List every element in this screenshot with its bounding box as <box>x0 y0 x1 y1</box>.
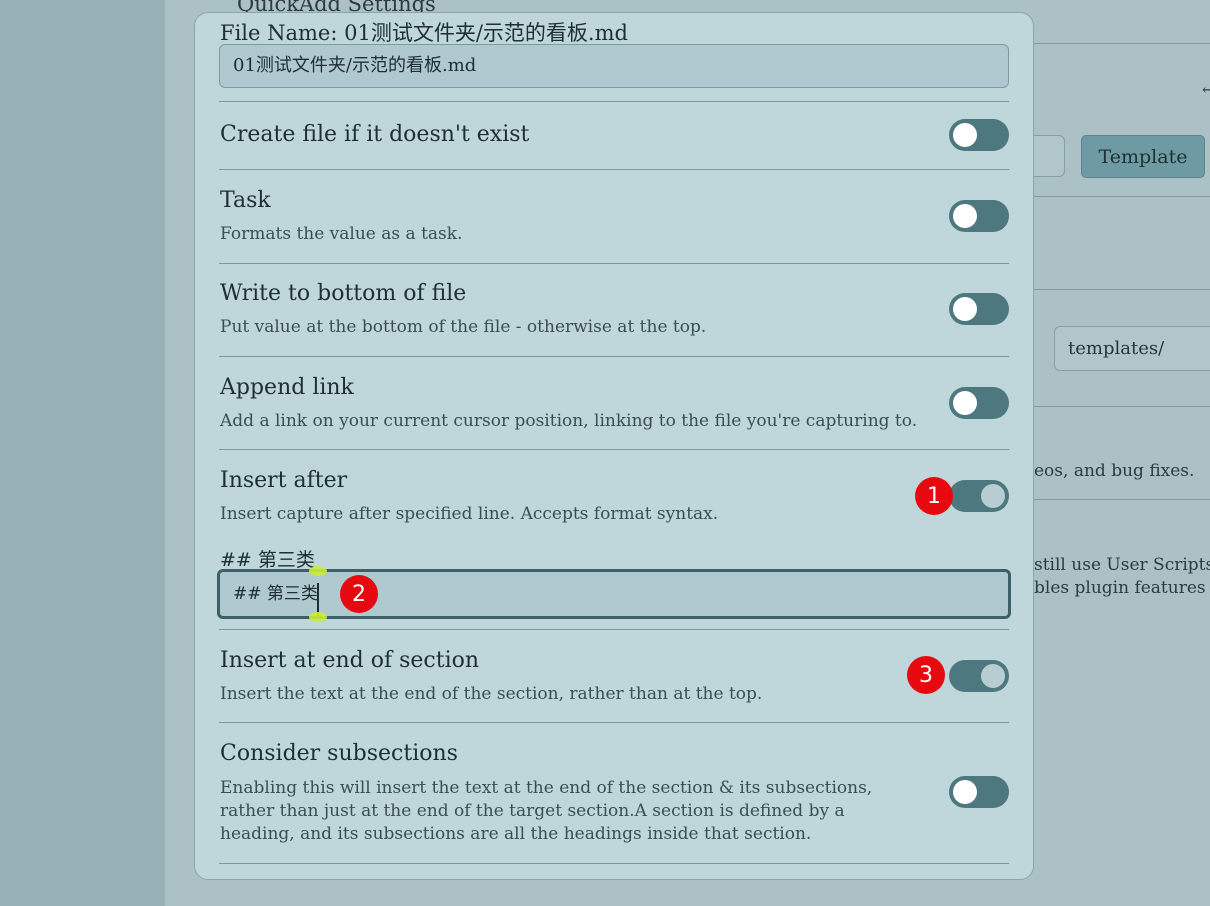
selection-handle[interactable] <box>309 612 327 622</box>
toggle-append-link[interactable] <box>949 387 1009 419</box>
toggle-knob <box>953 123 977 147</box>
divider <box>219 101 1009 102</box>
toggle-task[interactable] <box>949 200 1009 232</box>
toggle-insert-end-section[interactable] <box>949 660 1009 692</box>
background-text: bles plugin features <box>1034 578 1206 598</box>
setting-title-consider-subsections: Consider subsections <box>220 741 458 766</box>
toggle-insert-after[interactable] <box>949 480 1009 512</box>
toggle-consider-subsections[interactable] <box>949 776 1009 808</box>
background-divider <box>1033 196 1210 197</box>
background-divider <box>1033 43 1210 44</box>
setting-title-task: Task <box>220 188 271 213</box>
templates-folder-input[interactable]: templates/ <box>1054 326 1210 371</box>
insert-after-input[interactable]: ## 第三类 <box>217 569 1011 619</box>
template-button[interactable]: Template <box>1081 135 1205 178</box>
annotation-badge-2: 2 <box>340 575 378 613</box>
setting-title-append-link: Append link <box>220 375 354 400</box>
setting-desc-consider-subsections-line-1: Enabling this will insert the text at th… <box>220 778 873 798</box>
setting-desc-consider-subsections-line-3: heading, and its subsections are all the… <box>220 824 812 844</box>
toggle-knob <box>953 204 977 228</box>
setting-title-write-bottom: Write to bottom of file <box>220 281 467 306</box>
background-divider <box>1033 406 1210 407</box>
selection-handle[interactable] <box>309 566 327 576</box>
back-arrow-icon[interactable]: ← <box>1202 80 1210 99</box>
file-name-input[interactable]: 01测试文件夹/示范的看板.md <box>219 44 1009 88</box>
setting-title-create-file: Create file if it doesn't exist <box>220 122 530 147</box>
setting-title-insert-end-section: Insert at end of section <box>220 648 480 673</box>
setting-desc-write-bottom: Put value at the bottom of the file - ot… <box>220 317 707 337</box>
toggle-knob <box>953 780 977 804</box>
divider <box>219 449 1009 450</box>
divider <box>219 356 1009 357</box>
background-text: eos, and bug fixes. <box>1034 461 1195 481</box>
toggle-knob <box>953 297 977 321</box>
insert-after-label: ## 第三类 <box>220 549 315 571</box>
toggle-knob <box>953 391 977 415</box>
annotation-badge-1: 1 <box>915 477 953 515</box>
toggle-create-file[interactable] <box>949 119 1009 151</box>
left-sidebar-strip <box>0 0 165 906</box>
file-name-label: File Name: 01测试文件夹/示范的看板.md <box>220 21 628 45</box>
setting-title-insert-after: Insert after <box>220 468 348 493</box>
divider <box>219 169 1009 170</box>
background-divider <box>1033 289 1210 290</box>
toggle-write-bottom[interactable] <box>949 293 1009 325</box>
toggle-knob <box>981 484 1005 508</box>
background-divider <box>1033 499 1210 500</box>
setting-desc-consider-subsections-line-2: rather than just at the end of the targe… <box>220 801 845 821</box>
divider <box>219 629 1009 630</box>
setting-desc-task: Formats the value as a task. <box>220 224 463 244</box>
setting-desc-insert-after: Insert capture after specified line. Acc… <box>220 504 719 524</box>
setting-desc-insert-end-section: Insert the text at the end of the sectio… <box>220 684 763 704</box>
background-text: still use User Scripts <box>1034 555 1210 575</box>
setting-desc-append-link: Add a link on your current cursor positi… <box>220 411 918 431</box>
capture-settings-modal: File Name: 01测试文件夹/示范的看板.md 01测试文件夹/示范的看… <box>194 12 1034 880</box>
toggle-knob <box>981 664 1005 688</box>
divider <box>219 263 1009 264</box>
divider <box>219 722 1009 723</box>
divider <box>219 863 1009 864</box>
annotation-badge-3: 3 <box>907 656 945 694</box>
